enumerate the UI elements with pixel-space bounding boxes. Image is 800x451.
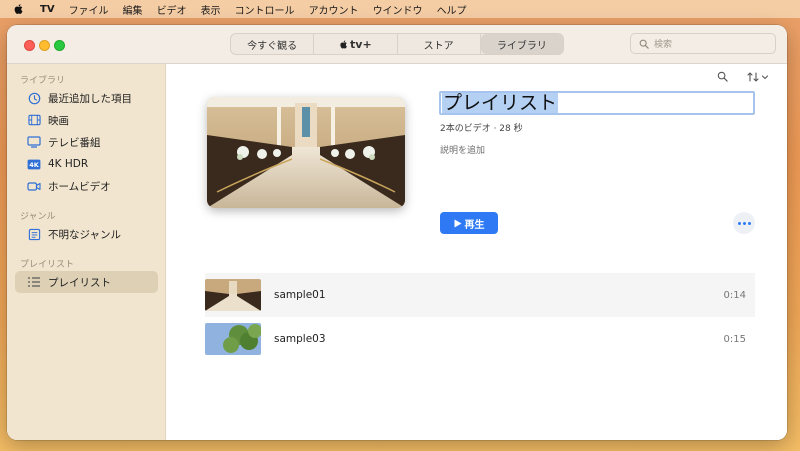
tv-icon [27,135,41,149]
menu-view[interactable]: 表示 [201,2,221,17]
add-description-field[interactable]: 説明を追加 [440,143,485,156]
playlist-title-text: プレイリスト [442,92,559,114]
sidebar: ライブラリ 最近追加した項目 映画 テレビ番組 4K 4K HDR ホームビデオ… [7,64,166,440]
sidebar-item-label: 不明なジャンル [48,228,121,241]
video-row[interactable]: sample03 0:15 [205,317,755,361]
main-toolbar-controls [717,71,728,82]
tab-apple-tv-plus[interactable]: tv+ [314,34,398,54]
play-button[interactable]: 再生 [440,212,498,234]
ellipsis-dot [747,221,751,225]
apple-logo-icon [340,40,347,49]
playlist-detail: プレイリスト 2本のビデオ · 28 秒 説明を追加 再生 sample01 0… [167,64,787,440]
chapel-image [207,97,405,208]
play-icon [454,219,461,227]
menu-video[interactable]: ビデオ [157,2,187,17]
apple-menu-icon[interactable] [13,3,25,15]
4k-icon: 4K [27,157,41,171]
tree-thumbnail-image [205,323,261,355]
menu-help[interactable]: ヘルプ [437,2,467,17]
menu-account[interactable]: アカウント [309,2,359,17]
sidebar-item-movies[interactable]: 映画 [15,109,158,131]
video-thumbnail [205,279,261,311]
ellipsis-dot [742,221,746,225]
chapel-thumbnail-image [205,279,261,311]
menu-window[interactable]: ウインドウ [373,2,423,17]
video-name: sample03 [274,333,326,345]
sidebar-item-label: ホームビデオ [48,180,111,193]
video-row[interactable]: sample01 0:14 [205,273,755,317]
apple-tv-plus-logo: tv+ [339,38,372,51]
search-field[interactable]: 検索 [630,33,776,54]
close-window-button[interactable] [24,40,35,51]
sidebar-header-genre: ジャンル [20,212,56,222]
ellipsis-dot [737,221,741,225]
sidebar-item-unknown-genre[interactable]: 不明なジャンル [15,223,158,245]
sidebar-item-recently-added[interactable]: 最近追加した項目 [15,87,158,109]
playlist-artwork [207,97,405,208]
play-button-label: 再生 [464,219,485,231]
search-icon [639,39,649,49]
sidebar-header-library: ライブラリ [20,76,66,86]
sidebar-item-tv-shows[interactable]: テレビ番組 [15,131,158,153]
film-icon [27,113,41,127]
sidebar-item-label: 映画 [48,114,69,127]
search-icon[interactable] [717,71,728,82]
sort-button[interactable] [747,71,769,83]
sidebar-item-playlist[interactable]: プレイリスト [15,271,158,293]
more-options-button[interactable] [733,212,755,234]
video-thumbnail [205,323,261,355]
tab-store[interactable]: ストア [398,34,481,54]
video-name: sample01 [274,289,326,301]
svg-text:4K: 4K [29,161,40,169]
tab-watch-now[interactable]: 今すぐ観る [231,34,315,54]
playlist-meta: 2本のビデオ · 28 秒 [440,124,523,134]
sidebar-item-label: プレイリスト [48,276,111,289]
video-camera-icon [27,179,41,193]
tv-app-window: 今すぐ観る tv+ ストア ライブラリ 検索 ライブラリ 最近追加した項目 映画… [7,25,787,440]
genre-icon [27,227,41,241]
zoom-window-button[interactable] [54,40,65,51]
tab-library-label: ライブラリ [496,40,547,52]
sidebar-item-4k-hdr[interactable]: 4K 4K HDR [15,153,158,175]
playlist-title-input[interactable]: プレイリスト [439,91,755,115]
title-bar: 今すぐ観る tv+ ストア ライブラリ 検索 [7,25,787,64]
clock-icon [27,91,41,105]
sidebar-header-playlist: プレイリスト [20,260,75,270]
section-tabs: 今すぐ観る tv+ ストア ライブラリ [230,33,564,55]
video-duration: 0:14 [723,289,746,301]
tab-apple-tv-plus-label: tv+ [350,37,372,51]
sidebar-item-home-video[interactable]: ホームビデオ [15,175,158,197]
menu-edit[interactable]: 編集 [123,2,143,17]
search-placeholder: 検索 [654,40,673,50]
menu-bar: TV ファイル 編集 ビデオ 表示 コントロール アカウント ウインドウ ヘルプ [0,0,800,18]
sort-arrows-icon [747,72,769,82]
playlist-icon [27,275,41,289]
minimize-window-button[interactable] [39,40,50,51]
sidebar-item-label: 4K HDR [48,158,89,170]
sidebar-item-label: 最近追加した項目 [48,92,132,105]
menu-controls[interactable]: コントロール [235,2,295,17]
tab-store-label: ストア [423,40,454,52]
video-duration: 0:15 [723,333,746,345]
menu-app-name[interactable]: TV [40,4,55,15]
tab-watch-now-label: 今すぐ観る [247,40,298,52]
tab-library[interactable]: ライブラリ [480,34,563,54]
sidebar-item-label: テレビ番組 [48,136,101,149]
menu-file[interactable]: ファイル [69,2,109,17]
